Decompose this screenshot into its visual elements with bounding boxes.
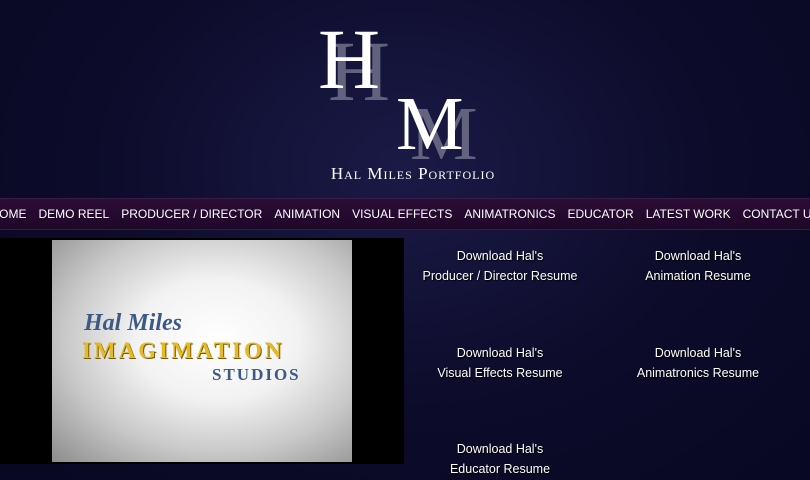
nav-contact-us[interactable]: CONTACT US bbox=[743, 207, 810, 221]
site-title: Hal Miles Portfolio bbox=[330, 164, 496, 183]
nav-visual-effects[interactable]: VISUAL EFFECTS bbox=[352, 207, 452, 221]
resume-link-line2: Producer / Director Resume bbox=[422, 269, 578, 283]
header: H H M M Hal Miles Portfolio bbox=[0, 0, 810, 196]
resume-link-line2: Animation Resume bbox=[645, 269, 751, 283]
resume-link-line1: Download Hal's bbox=[456, 346, 544, 360]
nav-educator[interactable]: EDUCATOR bbox=[567, 207, 633, 221]
resume-link-line2: Animatronics Resume bbox=[636, 366, 760, 380]
main-nav: HOME DEMO REEL PRODUCER / DIRECTOR ANIMA… bbox=[0, 198, 810, 230]
reel-title-studios: STUDIOS bbox=[212, 365, 301, 384]
resume-link-line2: Educator Resume bbox=[449, 462, 551, 476]
nav-demo-reel[interactable]: DEMO REEL bbox=[39, 207, 110, 221]
nav-animatronics[interactable]: ANIMATRONICS bbox=[464, 207, 555, 221]
logo-h: H bbox=[318, 11, 381, 107]
demo-reel-frame[interactable]: Hal Miles IMAGIMATION STUDIOS bbox=[52, 240, 352, 462]
animation-resume-link[interactable]: Download Hal's Animation Resume bbox=[598, 246, 798, 286]
demo-reel-video[interactable]: Hal Miles IMAGIMATION STUDIOS bbox=[0, 238, 404, 464]
resume-link-line2: Visual Effects Resume bbox=[437, 366, 563, 380]
reel-title-imagimation: IMAGIMATION bbox=[82, 338, 285, 363]
visual-effects-resume-link[interactable]: Download Hal's Visual Effects Resume bbox=[400, 343, 600, 383]
nav-latest-work[interactable]: LATEST WORK bbox=[646, 207, 731, 221]
nav-animation[interactable]: ANIMATION bbox=[274, 207, 340, 221]
logo-m: M bbox=[396, 82, 464, 166]
producer-director-resume-link[interactable]: Download Hal's Producer / Director Resum… bbox=[400, 246, 600, 286]
hm-logo[interactable]: H H M M bbox=[300, 8, 520, 172]
resume-link-line1: Download Hal's bbox=[456, 442, 544, 456]
educator-resume-link[interactable]: Download Hal's Educator Resume bbox=[400, 439, 600, 479]
nav-home[interactable]: HOME bbox=[0, 207, 27, 221]
reel-title-hal-miles: Hal Miles bbox=[84, 310, 183, 336]
resume-link-line1: Download Hal's bbox=[654, 249, 742, 263]
nav-producer-director[interactable]: PRODUCER / DIRECTOR bbox=[121, 207, 262, 221]
resume-link-line1: Download Hal's bbox=[456, 249, 544, 263]
animatronics-resume-link[interactable]: Download Hal's Animatronics Resume bbox=[598, 343, 798, 383]
resume-link-line1: Download Hal's bbox=[654, 346, 742, 360]
